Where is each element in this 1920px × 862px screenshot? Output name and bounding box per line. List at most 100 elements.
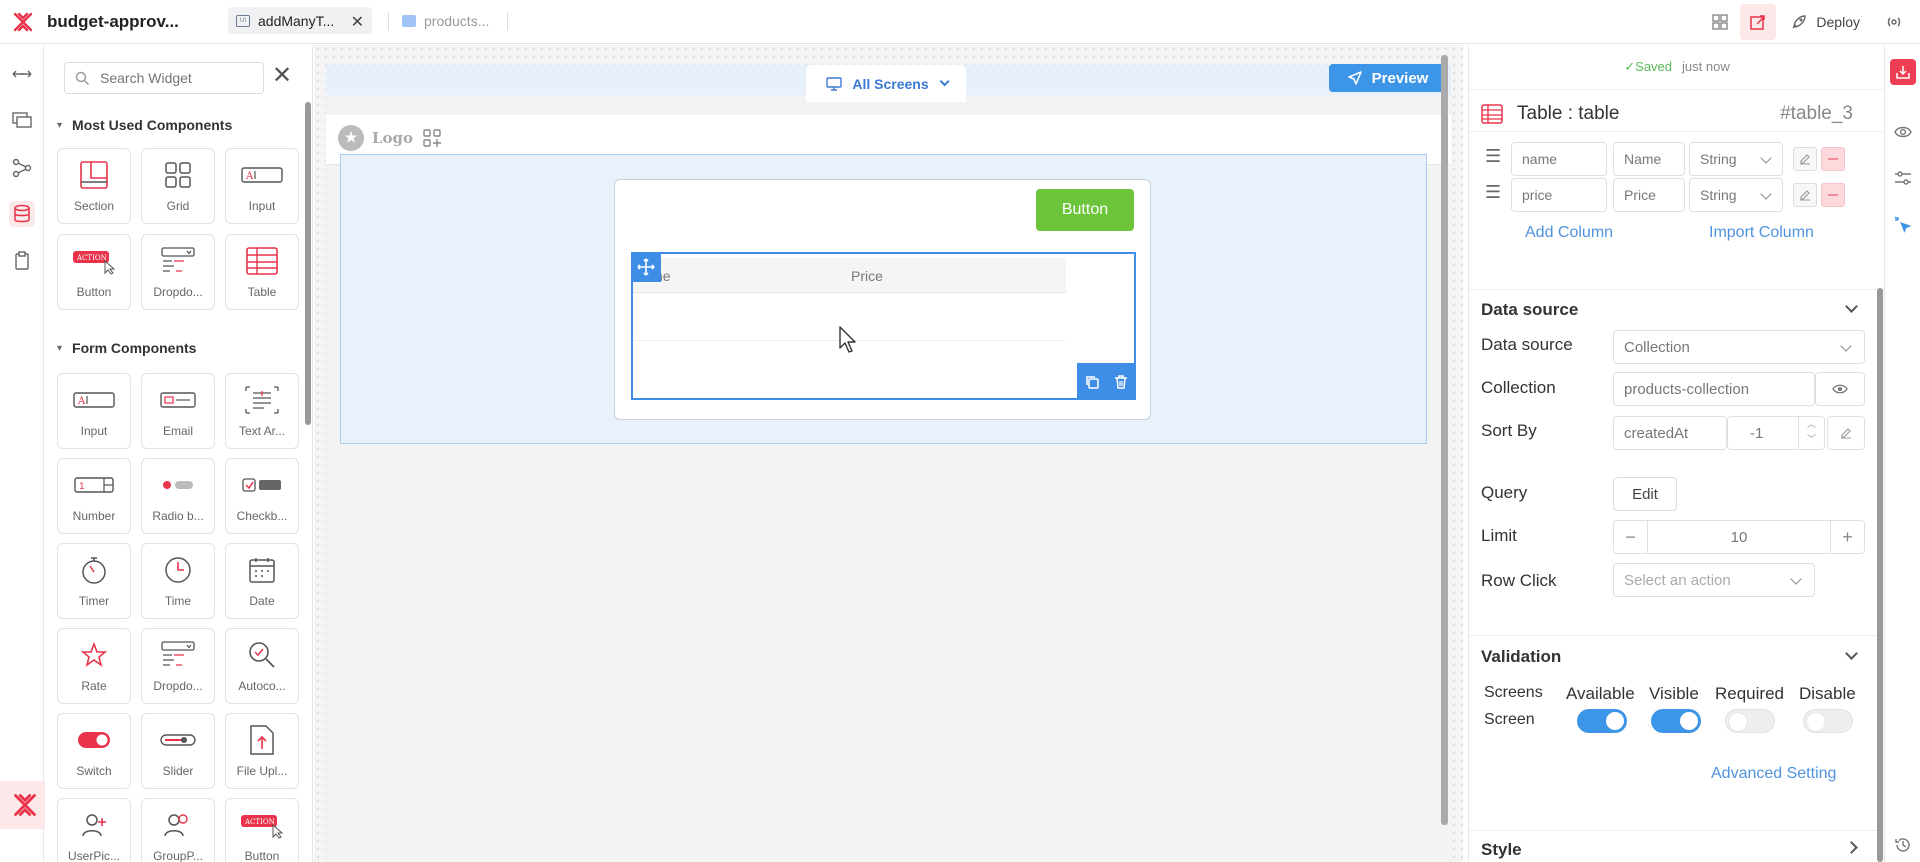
widget-form-dropdown[interactable]: Dropdo... [141,628,215,704]
widget-panel-scrollbar[interactable] [305,102,311,425]
collection-field[interactable]: products-collection [1613,372,1815,406]
drag-handle-icon[interactable]: ☰ [1485,147,1501,165]
close-panel-icon[interactable]: ✕ [272,64,292,88]
rail-settings-button[interactable] [1890,165,1916,191]
publish-button[interactable] [1740,4,1777,40]
rail-database-button[interactable] [9,201,35,227]
validation-section-title[interactable]: Validation [1481,647,1561,667]
rail-visibility-button[interactable] [1890,119,1916,145]
edit-column-button[interactable] [1793,147,1817,171]
widget-radio[interactable]: Radio b... [141,458,215,534]
advanced-setting-link[interactable]: Advanced Setting [1711,765,1836,783]
column-label-field[interactable]: Name [1613,142,1685,176]
drag-handle-icon[interactable]: ☰ [1485,183,1501,201]
widget-dropdown[interactable]: Dropdo... [141,234,215,310]
remove-column-button[interactable] [1821,147,1845,171]
tab-addmany[interactable]: UI addManyT... ✕ [228,7,372,34]
sort-order-stepper[interactable]: -1 ︿ ﹀ [1727,416,1825,450]
limit-stepper[interactable]: − 10 + [1613,520,1865,554]
rail-history-button[interactable] [1890,832,1916,858]
required-toggle[interactable] [1725,709,1775,733]
all-screens-selector[interactable]: All Screens [806,65,966,102]
remove-column-button[interactable] [1821,183,1845,207]
column-type-select[interactable]: String [1689,142,1783,176]
widget-textarea[interactable]: Text Ar... [225,373,299,449]
copy-icon[interactable] [1084,374,1100,390]
minus-icon[interactable]: − [1614,521,1648,553]
widget-number[interactable]: 1 Number [57,458,131,534]
brand-logo-icon[interactable] [12,11,34,33]
brand-badge[interactable] [0,781,50,829]
add-widget-icon[interactable] [422,128,442,148]
rail-flow-button[interactable] [9,155,35,181]
widget-timer[interactable]: Timer [57,543,131,619]
widget-grouppicker[interactable]: GroupP... [141,798,215,862]
add-column-link[interactable]: Add Column [1525,224,1613,242]
widget-form-input[interactable]: A Input [57,373,131,449]
limit-value[interactable]: 10 [1648,529,1830,546]
app-name[interactable]: budget-approv... [47,12,179,32]
trash-icon[interactable] [1113,374,1129,390]
stepper-arrows-icon[interactable]: ︿ ﹀ [1798,417,1824,449]
rail-resize-button[interactable] [9,61,35,87]
edit-query-button[interactable]: Edit [1613,477,1677,511]
section-form[interactable]: ▾ Form Components [57,340,196,356]
visible-toggle[interactable] [1651,709,1701,733]
rail-screens-button[interactable] [9,107,35,133]
section-most-used[interactable]: ▾ Most Used Components [57,117,232,133]
widget-switch[interactable]: Switch [57,713,131,789]
widget-input[interactable]: A Input [225,148,299,224]
widget-email[interactable]: Email [141,373,215,449]
widget-slider[interactable]: Slider [141,713,215,789]
widget-section[interactable]: Section [57,148,131,224]
data-source-select[interactable]: Collection [1613,330,1865,364]
column-type-select[interactable]: String [1689,178,1783,212]
widget-userpicker[interactable]: UserPic... [57,798,131,862]
chevron-down-icon[interactable] [1845,647,1858,660]
rail-interaction-button[interactable] [1890,212,1916,238]
column-label-field[interactable]: Price [1613,178,1685,212]
data-source-section-title[interactable]: Data source [1481,300,1578,320]
search-input[interactable] [100,70,250,86]
preview-button[interactable]: Preview [1329,64,1447,92]
import-column-link[interactable]: Import Column [1709,224,1814,242]
chevron-right-icon[interactable] [1845,841,1858,854]
widget-autocomplete[interactable]: Autoco... [225,628,299,704]
plus-icon[interactable]: + [1830,521,1864,553]
canvas-button[interactable]: Button [1036,189,1134,231]
column-key-field[interactable]: name [1511,142,1607,176]
logo-placeholder[interactable]: ★ Logo [338,125,413,151]
tab-products[interactable]: products... [398,7,508,34]
widget-table[interactable]: Table [225,234,299,310]
rail-inbox-button[interactable] [1890,59,1916,85]
row-click-select[interactable]: Select an action [1613,563,1815,597]
share-button[interactable] [1876,4,1912,40]
canvas-table[interactable]: ne Price [631,252,1136,400]
view-collection-button[interactable] [1815,372,1865,406]
available-toggle[interactable] [1577,709,1627,733]
widget-id[interactable]: #table_3 [1780,103,1853,125]
layout-toggle-button[interactable] [1702,4,1739,40]
widget-file-upload[interactable]: File Upl... [225,713,299,789]
widget-rate[interactable]: Rate [57,628,131,704]
chevron-down-icon[interactable] [1845,300,1858,313]
edit-sort-button[interactable] [1827,416,1865,450]
canvas-scrollbar[interactable] [1441,55,1448,825]
style-section-title[interactable]: Style [1481,840,1522,860]
rail-clipboard-button[interactable] [9,248,35,274]
column-key-field[interactable]: price [1511,178,1607,212]
widget-grid[interactable]: Grid [141,148,215,224]
widget-date[interactable]: Date [225,543,299,619]
disable-toggle[interactable] [1803,709,1853,733]
widget-checkbox[interactable]: Checkb... [225,458,299,534]
deploy-button[interactable]: Deploy [1776,4,1874,40]
edit-column-button[interactable] [1793,183,1817,207]
search-widget-box[interactable] [64,62,264,94]
widget-button[interactable]: ACTION Button [57,234,131,310]
close-icon[interactable]: ✕ [351,12,364,32]
move-handle-icon[interactable] [631,252,661,282]
properties-scrollbar[interactable] [1877,288,1883,862]
widget-form-button[interactable]: ACTION Button [225,798,299,862]
widget-time[interactable]: Time [141,543,215,619]
sort-field-input[interactable]: createdAt [1613,416,1727,450]
